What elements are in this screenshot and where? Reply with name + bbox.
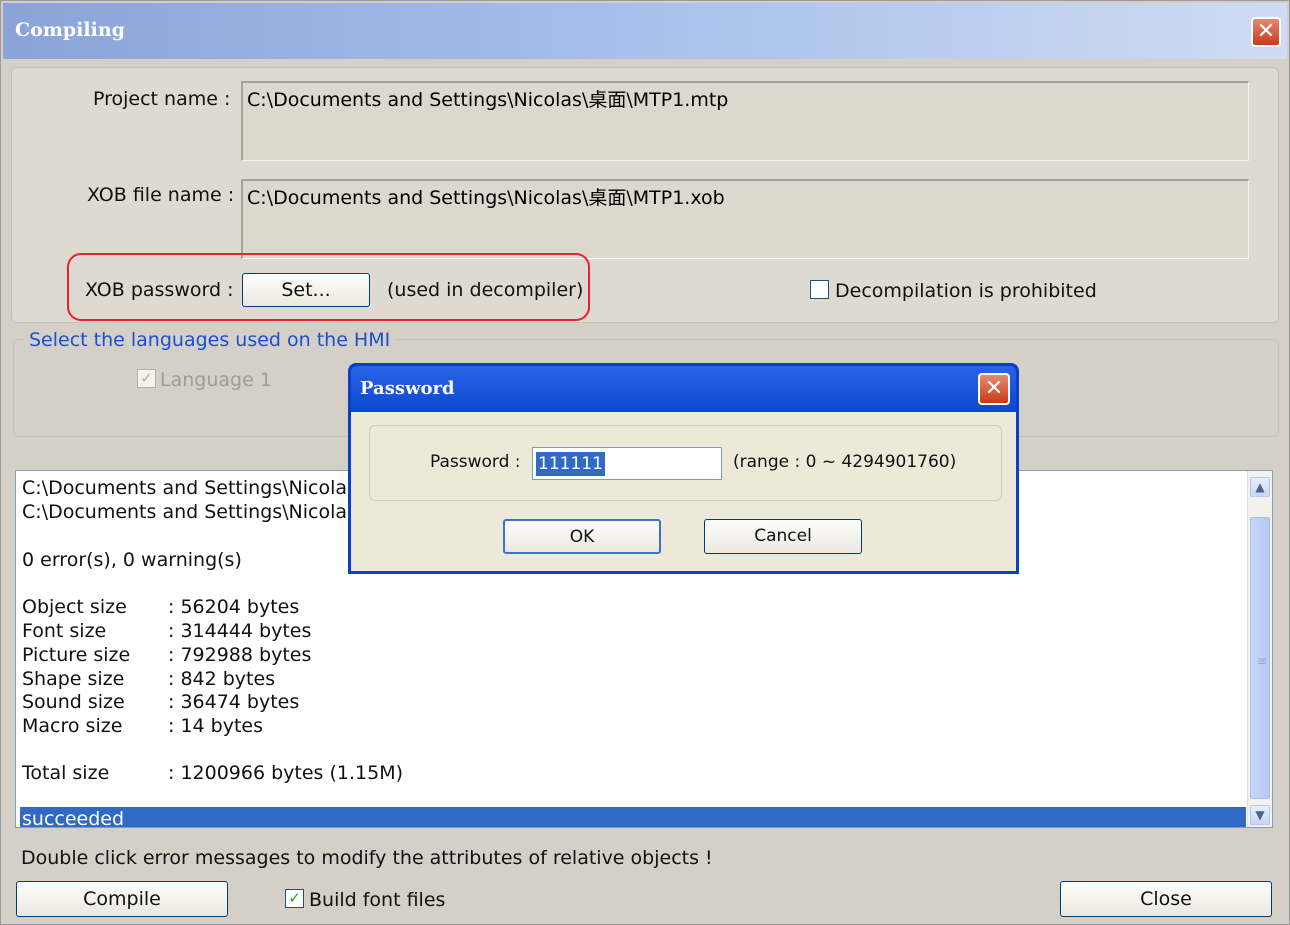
stat-value: : 56204 bytes xyxy=(168,596,300,618)
language-1-label: Language 1 xyxy=(160,369,272,391)
language-1-checkbox[interactable]: ✓ xyxy=(137,369,156,388)
password-value: 111111 xyxy=(536,452,605,476)
stat-name: Picture size xyxy=(22,644,131,666)
grip-icon: ≡ xyxy=(1257,654,1268,668)
close-button[interactable]: Close xyxy=(1060,881,1272,917)
scrollbar-thumb[interactable]: ≡ xyxy=(1250,517,1270,799)
xob-password-label: XOB password : xyxy=(85,279,234,301)
log-errors: 0 error(s), 0 warning(s) xyxy=(22,549,242,571)
password-dialog-body: Password : 111111 (range : 0 ~ 429490176… xyxy=(351,412,1016,571)
stat-value: : 314444 bytes xyxy=(168,620,312,642)
total-name: Total size xyxy=(22,762,110,784)
project-name-field[interactable]: C:\Documents and Settings\Nicolas\桌面\MTP… xyxy=(241,81,1249,161)
stat-value: : 14 bytes xyxy=(168,715,263,737)
scroll-down-icon[interactable]: ▼ xyxy=(1250,805,1270,825)
build-font-files-label[interactable]: Build font files xyxy=(309,889,445,911)
build-font-files-checkbox[interactable]: ✓ xyxy=(285,889,304,908)
log-selected-line[interactable]: succeeded xyxy=(20,807,1246,827)
total-value: : 1200966 bytes (1.15M) xyxy=(168,762,404,784)
languages-group-label: Select the languages used on the HMI xyxy=(23,329,397,351)
ok-button[interactable]: OK xyxy=(503,519,661,554)
log-scrollbar[interactable]: ▲ ≡ ▼ xyxy=(1247,471,1272,827)
title-bar[interactable]: Compiling ✕ xyxy=(3,3,1287,59)
password-dialog: Password ✕ Password : 111111 (range : 0 … xyxy=(348,363,1019,574)
stat-value: : 36474 bytes xyxy=(168,691,300,713)
stat-name: Shape size xyxy=(22,668,125,690)
xob-file-name-field[interactable]: C:\Documents and Settings\Nicolas\桌面\MTP… xyxy=(241,179,1249,259)
window-title: Compiling xyxy=(15,19,125,41)
log-path-2: C:\Documents and Settings\Nicolas\ xyxy=(22,501,364,523)
project-name-label: Project name : xyxy=(93,88,231,110)
stat-value: : 842 bytes xyxy=(168,668,276,690)
hint-text: Double click error messages to modify th… xyxy=(21,847,713,869)
stat-name: Font size xyxy=(22,620,107,642)
password-dialog-title: Password xyxy=(360,378,455,399)
stat-name: Macro size xyxy=(22,715,123,737)
decompile-prohibited-label[interactable]: Decompilation is prohibited xyxy=(835,280,1097,302)
password-label: Password : xyxy=(430,452,521,472)
log-path-1: C:\Documents and Settings\Nicolas\ xyxy=(22,477,364,499)
stat-name: Object size xyxy=(22,596,127,618)
password-input[interactable]: 111111 xyxy=(532,447,722,480)
decompile-prohibited-checkbox[interactable] xyxy=(810,280,829,299)
xob-file-name-label: XOB file name : xyxy=(87,184,235,206)
cancel-button[interactable]: Cancel xyxy=(704,519,862,554)
password-range: (range : 0 ~ 4294901760) xyxy=(733,452,957,472)
close-icon[interactable]: ✕ xyxy=(978,373,1010,405)
decompiler-note: (used in decompiler) xyxy=(387,279,584,301)
stat-name: Sound size xyxy=(22,691,125,713)
password-dialog-title-bar[interactable]: Password ✕ xyxy=(351,366,1016,412)
stat-value: : 792988 bytes xyxy=(168,644,312,666)
set-password-button[interactable]: Set... xyxy=(242,273,370,307)
compile-button[interactable]: Compile xyxy=(16,881,228,917)
close-icon[interactable]: ✕ xyxy=(1251,17,1281,47)
scroll-up-icon[interactable]: ▲ xyxy=(1250,477,1270,497)
